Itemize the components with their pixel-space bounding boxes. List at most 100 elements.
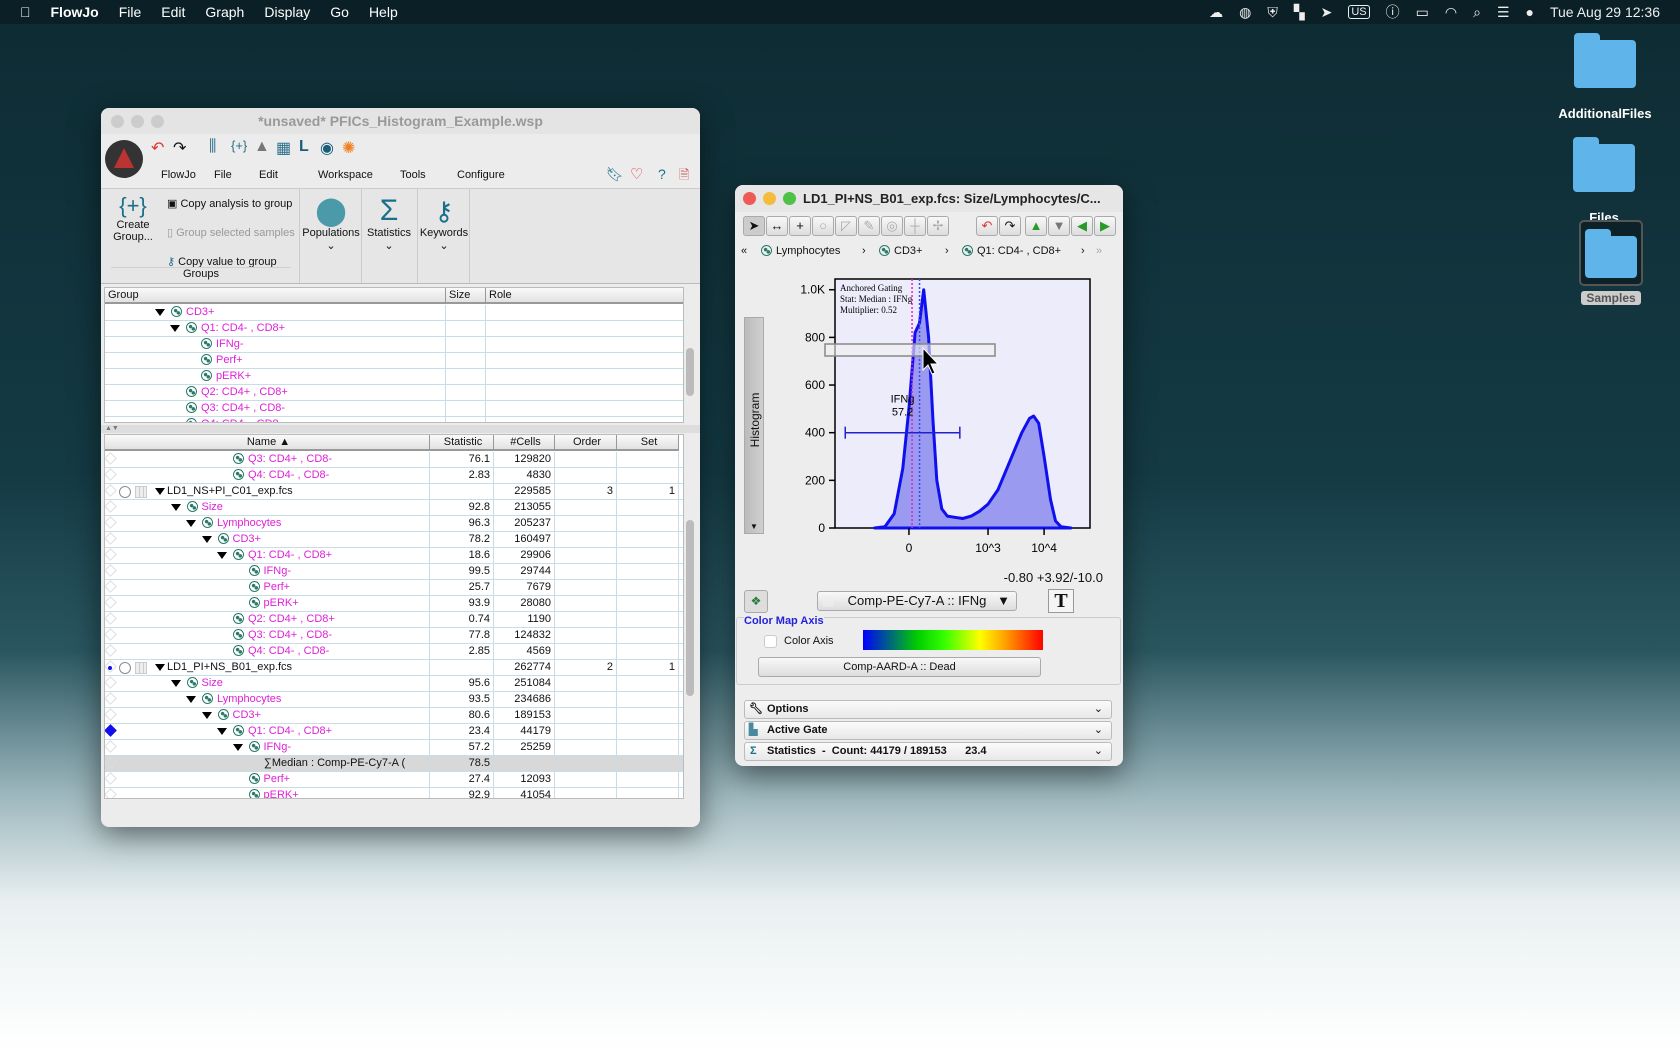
population-row[interactable]: Q4: CD4- , CD8- 2.83 4830 [105, 468, 683, 484]
splitter[interactable]: ▲▼ [101, 425, 700, 433]
group-row[interactable]: Q2: CD4+ , CD8+ [105, 385, 683, 401]
statistics-button[interactable]: Σ Statistics ⌄ [363, 195, 415, 253]
menu-display[interactable]: Display [264, 4, 310, 20]
plot-type-selector[interactable]: Histogram ▼ [744, 317, 764, 534]
cloud-icon[interactable]: ☁ [1209, 4, 1223, 21]
zoom-button[interactable] [783, 192, 796, 205]
control-center-icon[interactable]: ☰ [1497, 4, 1510, 21]
wifi-icon[interactable]: ◠ [1445, 4, 1457, 21]
column-header-set[interactable]: Set [617, 435, 679, 451]
column-header-order[interactable]: Order [555, 435, 617, 451]
plot-area[interactable] [834, 278, 1091, 529]
siri-icon[interactable]: ● [1526, 4, 1534, 20]
web-tool[interactable]: ✢ [927, 216, 949, 236]
group-row[interactable]: Q3: CD4+ , CD8- [105, 401, 683, 417]
tab-edit[interactable]: Edit [259, 169, 278, 181]
redo-icon[interactable]: ↷ [999, 216, 1021, 236]
title-bar[interactable]: *unsaved* PFICs_Histogram_Example.wsp [101, 108, 700, 134]
copy-analysis-button[interactable]: ▣ Copy analysis to group [167, 197, 292, 210]
population-row[interactable]: pERK+ 92.9 41054 [105, 788, 683, 798]
population-row[interactable]: pERK+ 93.9 28080 [105, 596, 683, 612]
shield-icon[interactable]: ⛨ [1267, 4, 1278, 21]
close-button[interactable] [743, 192, 756, 205]
population-row[interactable]: Perf+ 25.7 7679 [105, 580, 683, 596]
freehand-tool[interactable]: ✎ [858, 216, 880, 236]
scrollbar-thumb[interactable] [686, 520, 694, 696]
layout-icon[interactable]: ▲ [254, 138, 270, 156]
arrow-up-icon[interactable]: ▲ [1025, 216, 1047, 236]
keywords-button[interactable]: ⚷ Keywords ⌄ [419, 195, 469, 252]
desktop-folder-additionalfiles[interactable]: AdditionalFiles [1550, 33, 1660, 121]
keyboard-layout[interactable]: US [1348, 5, 1370, 19]
menu-app[interactable]: FlowJo [51, 4, 99, 20]
group-row[interactable]: Q4: CD4- , CD8- [105, 417, 683, 422]
axis-icon[interactable]: L [299, 138, 309, 156]
create-group-button[interactable]: {+} Create Group... [109, 193, 157, 243]
population-row[interactable]: Q4: CD4- , CD8- 2.85 4569 [105, 644, 683, 660]
menu-go[interactable]: Go [330, 4, 349, 20]
title-bar[interactable]: LD1_PI+NS_B01_exp.fcs: Size/Lymphocytes/… [735, 185, 1123, 212]
statistic-row[interactable]: ∑Median : Comp-PE-Cy7-A (78.5 [105, 756, 683, 772]
x-parameter-dropdown[interactable]: ▦ Comp-PE-Cy7-A :: IFNg ▼ [817, 591, 1017, 611]
desktop-folder-samples[interactable]: Samples [1556, 220, 1666, 305]
arrow-tray-icon[interactable]: ➤ [1321, 4, 1333, 21]
histogram-plot[interactable]: 0 200 400 600 800 1.0K 0 10^3 10^4 IFNg57.2 Anchor… [769, 267, 1119, 567]
add-sample-icon[interactable]: ⫼ [209, 138, 216, 156]
app-tray-icon[interactable]: ▚ [1294, 4, 1305, 21]
bisector-tool[interactable]: + [789, 216, 811, 236]
scrollbar-thumb[interactable] [686, 348, 694, 396]
breadcrumb-item[interactable]: CD3+ [879, 245, 922, 257]
population-row[interactable]: Q3: CD4+ , CD8- 77.8 124832 [105, 628, 683, 644]
group-row[interactable]: IFNg- [105, 337, 683, 353]
breadcrumb-item[interactable]: Lymphocytes [761, 245, 840, 257]
column-header-statistic[interactable]: Statistic [430, 435, 494, 451]
table-icon[interactable]: ▦ [276, 138, 291, 158]
quad-tool[interactable]: ┼ [904, 216, 926, 236]
tab-workspace[interactable]: Workspace [318, 169, 373, 181]
battery-icon[interactable]: ▭ [1416, 4, 1429, 21]
statistics-panel[interactable]: Σ Statistics - Count: 44179 / 189153 23.4… [744, 742, 1112, 761]
population-row[interactable]: Q2: CD4+ , CD8+ 0.74 1190 [105, 612, 683, 628]
menu-file[interactable]: File [119, 4, 142, 20]
population-row[interactable]: Size 95.6 251084 [105, 676, 683, 692]
bookmark-icon[interactable]: 🔖︎ [606, 166, 624, 183]
population-row[interactable]: Q1: CD4- , CD8+ 18.6 29906 [105, 548, 683, 564]
sample-row[interactable]: LD1_PI+NS_B01_exp.fcs 262774 2 1 [105, 660, 683, 676]
minimize-button[interactable] [763, 192, 776, 205]
clock[interactable]: Tue Aug 29 12:36 [1550, 4, 1660, 20]
arrow-left-icon[interactable]: ◀ [1071, 216, 1093, 236]
search-icon[interactable]: ⌕ [1473, 4, 1481, 21]
breadcrumb-item[interactable]: Q1: CD4- , CD8+ [962, 245, 1061, 257]
breadcrumb-forward-icon[interactable]: » [1096, 245, 1102, 257]
column-header-role[interactable]: Role [486, 288, 683, 304]
globe-icon[interactable]: ◍ [1239, 4, 1251, 21]
plugin-icon[interactable]: ✺ [342, 138, 355, 158]
heart-icon[interactable]: ♡ [630, 165, 643, 183]
tab-configure[interactable]: Configure [457, 169, 505, 181]
tab-tools[interactable]: Tools [400, 169, 426, 181]
population-row[interactable]: IFNg- 99.5 29744 [105, 564, 683, 580]
population-row[interactable]: Lymphocytes 96.3 205237 [105, 516, 683, 532]
tab-file[interactable]: File [214, 169, 232, 181]
population-row[interactable]: CD3+ 78.2 160497 [105, 532, 683, 548]
help-icon[interactable]: ? [658, 166, 666, 182]
cytometer-icon[interactable]: ◉ [320, 138, 334, 158]
population-row[interactable]: Lymphocytes 93.5 234686 [105, 692, 683, 708]
populations-button[interactable]: ⬤ Populations ⌄ [301, 195, 361, 252]
ellipse-tool[interactable]: ○ [812, 216, 834, 236]
sample-row[interactable]: LD1_NS+PI_C01_exp.fcs 229585 3 1 [105, 484, 683, 500]
group-row[interactable]: Q1: CD4- , CD8+ [105, 321, 683, 337]
column-header-cells[interactable]: #Cells [494, 435, 555, 451]
color-axis-checkbox[interactable] [764, 635, 777, 648]
menu-help[interactable]: Help [369, 4, 398, 20]
layers-icon[interactable]: ❖ [744, 590, 768, 613]
population-row[interactable]: Perf+ 27.4 12093 [105, 772, 683, 788]
spider-tool[interactable]: ◎ [881, 216, 903, 236]
text-annotation-button[interactable]: T [1048, 589, 1074, 613]
redo-icon[interactable]: ↷ [173, 138, 186, 158]
group-row[interactable]: Perf+ [105, 353, 683, 369]
undo-icon[interactable]: ↶ [151, 138, 164, 158]
column-header-size[interactable]: Size [446, 288, 486, 304]
column-header-group[interactable]: Group [105, 288, 446, 304]
create-group-icon[interactable]: {+} [231, 138, 247, 153]
